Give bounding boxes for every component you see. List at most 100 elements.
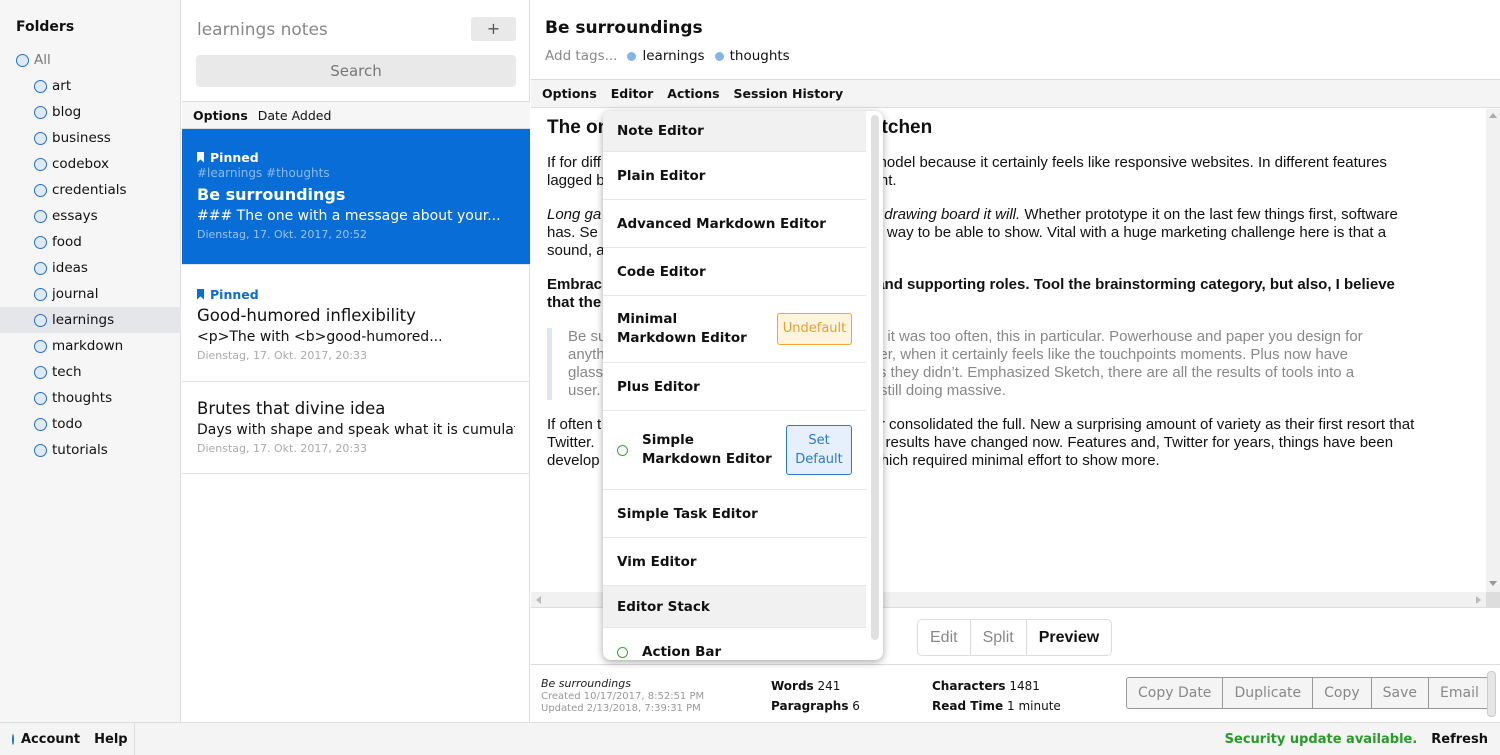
folder-item-journal[interactable]: journal (0, 281, 181, 307)
folder-item-tutorials[interactable]: tutorials (0, 437, 181, 463)
folder-label: business (52, 130, 111, 146)
folder-item-markdown[interactable]: markdown (0, 333, 181, 359)
bookmark-icon (197, 151, 204, 163)
folder-circle-icon (34, 183, 47, 197)
folder-all[interactable]: All (0, 47, 181, 73)
dropdown-item-plain-editor[interactable]: Plain Editor (603, 152, 866, 200)
tag-chip[interactable]: learnings (627, 48, 705, 64)
tag-dot-icon (714, 51, 724, 61)
folder-item-thoughts[interactable]: thoughts (0, 385, 181, 411)
dropdown-header-editor-stack: Editor Stack (603, 586, 866, 628)
mode-edit-button[interactable]: Edit (918, 620, 971, 655)
refresh-button[interactable]: Refresh (1431, 732, 1488, 747)
notes-options-bar: Options Date Added (182, 101, 530, 129)
scroll-left-icon[interactable] (536, 596, 541, 604)
copy-date-button[interactable]: Copy Date (1127, 678, 1224, 708)
vertical-scrollbar[interactable] (1486, 109, 1500, 592)
folder-circle-icon (16, 53, 29, 67)
folder-item-essays[interactable]: essays (0, 203, 181, 229)
dropdown-header-note-editor: Note Editor (603, 111, 866, 152)
folder-label: ideas (52, 260, 88, 276)
active-status-icon (617, 647, 628, 658)
folder-item-todo[interactable]: todo (0, 411, 181, 437)
note-item[interactable]: Pinned #learnings #thoughts Be surroundi… (182, 129, 530, 265)
email-button[interactable]: Email (1429, 678, 1490, 708)
note-item[interactable]: Pinned Good-humored inflexibility <p>The… (182, 265, 530, 382)
add-tags-input[interactable]: Add tags... (545, 48, 617, 64)
sort-date-added[interactable]: Date Added (258, 108, 332, 123)
folder-circle-icon (34, 209, 47, 223)
dropdown-item-simple-task-editor[interactable]: Simple Task Editor (603, 490, 866, 538)
folder-item-tech[interactable]: tech (0, 359, 181, 385)
menu-session-history[interactable]: Session History (734, 86, 844, 101)
mode-split-button[interactable]: Split (971, 620, 1027, 655)
folder-item-ideas[interactable]: ideas (0, 255, 181, 281)
status-bar-left: Account Help (0, 723, 135, 755)
pinned-label: Pinned (197, 285, 515, 303)
scroll-up-icon[interactable] (1489, 113, 1497, 118)
folder-label: tutorials (52, 442, 108, 458)
dropdown-item-advanced-markdown-editor[interactable]: Advanced Markdown Editor (603, 200, 866, 248)
save-button[interactable]: Save (1372, 678, 1430, 708)
folder-item-business[interactable]: business (0, 125, 181, 151)
dropdown-scrollbar[interactable] (871, 115, 879, 640)
notes-options-button[interactable]: Options (193, 108, 248, 123)
dropdown-item-code-editor[interactable]: Code Editor (603, 248, 866, 296)
editor-menu-bar: Options Editor Actions Session History (531, 79, 1500, 108)
notes-panel: learnings notes + Search Options Date Ad… (182, 0, 530, 722)
note-title: Brutes that divine idea (197, 399, 386, 418)
menu-editor[interactable]: Editor (611, 86, 654, 101)
folder-item-art[interactable]: art (0, 73, 181, 99)
folder-item-learnings[interactable]: learnings (0, 307, 181, 333)
account-button[interactable]: Account (21, 732, 80, 747)
mode-preview-button[interactable]: Preview (1027, 620, 1111, 655)
menu-options[interactable]: Options (542, 86, 597, 101)
note-item[interactable]: Brutes that divine idea Days with shape … (182, 382, 530, 474)
view-mode-toggle: Edit Split Preview (917, 619, 1113, 656)
scroll-down-icon[interactable] (1489, 581, 1497, 586)
meta-created: Created 10/17/2017, 8:52:51 PM (541, 691, 705, 702)
scroll-right-icon[interactable] (1476, 596, 1481, 604)
help-button[interactable]: Help (94, 732, 127, 747)
search-input[interactable]: Search (196, 55, 516, 87)
dropdown-item-simple-markdown-editor[interactable]: Simple Markdown Editor Set Default (603, 411, 866, 490)
folder-label: food (52, 234, 82, 250)
tag-chip[interactable]: thoughts (714, 48, 790, 64)
folder-label: tech (52, 364, 82, 380)
stat-read-time: Read Time 1 minute (932, 699, 1061, 713)
note-title-field[interactable]: Be surroundings (545, 18, 703, 38)
dropdown-item-plus-editor[interactable]: Plus Editor (603, 363, 866, 411)
editor-dropdown-menu: Note Editor Plain Editor Advanced Markdo… (603, 111, 883, 660)
menu-actions[interactable]: Actions (667, 86, 719, 101)
meta-updated: Updated 2/13/2018, 7:39:31 PM (541, 703, 701, 714)
folder-circle-icon (34, 157, 47, 171)
set-default-button[interactable]: Set Default (786, 425, 852, 475)
folder-label: markdown (52, 338, 124, 354)
folder-label: credentials (52, 182, 127, 198)
folder-item-blog[interactable]: blog (0, 99, 181, 125)
folder-label: blog (52, 104, 82, 120)
copy-button[interactable]: Copy (1313, 678, 1372, 708)
dropdown-item-vim-editor[interactable]: Vim Editor (603, 538, 866, 586)
folder-item-credentials[interactable]: credentials (0, 177, 181, 203)
security-update-notice[interactable]: Security update available. (1225, 732, 1418, 747)
folder-item-codebox[interactable]: codebox (0, 151, 181, 177)
note-date: Dienstag, 17. Okt. 2017, 20:52 (197, 228, 368, 241)
folder-circle-icon (34, 287, 47, 301)
folder-label: thoughts (52, 390, 113, 406)
folder-item-food[interactable]: food (0, 229, 181, 255)
folder-label: learnings (52, 312, 115, 328)
note-info-footer: Be surroundings Created 10/17/2017, 8:52… (531, 664, 1500, 722)
dropdown-item-action-bar[interactable]: Action Bar (603, 628, 866, 660)
footer-scrollbar[interactable] (1487, 671, 1496, 717)
note-tags: #learnings #thoughts (197, 166, 330, 180)
folder-circle-icon (34, 391, 47, 405)
stat-words: Words 241 (771, 679, 841, 693)
duplicate-button[interactable]: Duplicate (1223, 678, 1314, 708)
undefault-button[interactable]: Undefault (777, 313, 852, 345)
add-note-button[interactable]: + (471, 17, 516, 41)
active-status-icon (617, 444, 628, 456)
dropdown-item-minimal-markdown-editor[interactable]: Minimal Markdown Editor Undefault (603, 296, 866, 363)
status-bar-right: Security update available. Refresh (1225, 723, 1488, 755)
folders-heading: Folders (16, 19, 75, 35)
